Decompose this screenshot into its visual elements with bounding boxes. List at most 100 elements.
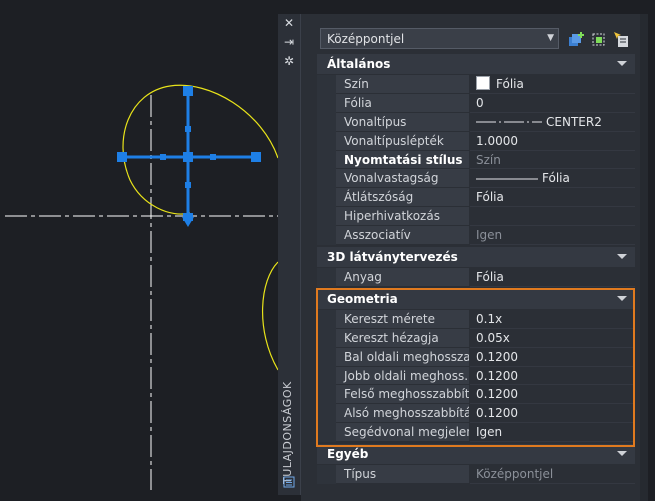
property-row[interactable]: Kereszt hézagja 0.05x [317,328,635,348]
palette-strip: ✕ ⇥ ✲ TULAJDONSÁGOK [278,14,301,495]
collapse-icon[interactable] [617,254,627,260]
select-objects-icon[interactable] [590,31,608,49]
color-swatch [476,76,490,90]
autohide-icon[interactable]: ⇥ [278,33,300,51]
row-margin [317,328,336,348]
property-value[interactable]: Szín [470,150,635,170]
grip-center [183,152,193,162]
property-row[interactable]: Vonalvastagság Fólia [317,169,635,189]
property-value-text: 0.1200 [476,387,518,402]
property-row[interactable]: Kereszt mérete 0.1x [317,309,635,329]
row-margin [317,404,336,424]
row-margin [317,75,336,94]
row-margin [317,226,336,246]
property-value-text: 0.1200 [476,368,518,383]
close-icon[interactable]: ✕ [278,14,300,32]
property-name: Szín [336,75,469,94]
property-value-text: 0 [476,95,484,110]
property-value[interactable]: 0.05x [470,328,635,348]
property-value[interactable]: CENTER2 [470,112,635,132]
property-value-text: Szín [476,152,501,167]
property-name: Vonaltípuslépték [336,131,469,151]
row-margin [317,112,336,132]
drawing-canvas[interactable] [0,0,278,501]
property-row[interactable]: Szín Fólia [317,75,635,94]
row-margin [317,465,336,485]
property-row[interactable]: Fólia 0 [317,93,635,113]
row-margin [317,207,336,227]
lineweight-preview [476,178,538,180]
property-value[interactable]: 0 [470,93,635,113]
property-row[interactable]: Asszociatív Igen [317,226,635,246]
property-row[interactable]: Nyomtatási stílus Szín [317,150,635,170]
property-row[interactable]: Vonaltípus CENTER2 [317,112,635,132]
property-value-text: 0.1x [476,311,503,326]
property-value[interactable] [470,207,635,227]
property-row[interactable]: Típus Középpontjel [317,465,635,485]
arc-lower [262,261,278,371]
property-row[interactable]: Átlátszóság Fólia [317,188,635,208]
object-type-value: Középpontjel [327,32,405,46]
property-value[interactable]: Igen [470,226,635,246]
category-label: Geometria [327,291,398,306]
quick-select-icon[interactable] [613,31,631,49]
category-header[interactable]: 3D látványtervezés [317,247,635,269]
property-value[interactable]: Igen [470,423,635,443]
arc-upper [122,84,278,215]
properties-icon[interactable] [283,476,295,488]
property-row[interactable]: Vonaltípuslépték 1.0000 [317,131,635,151]
collapse-icon[interactable] [617,61,627,66]
property-value[interactable]: Fólia [470,188,635,208]
object-type-dropdown[interactable]: Középpontjel ▼ [320,28,559,49]
row-margin [317,131,336,151]
property-value[interactable]: 0.1200 [470,347,635,367]
settings-icon[interactable]: ✲ [278,52,300,70]
property-value[interactable]: Fólia [470,268,635,287]
row-margin [317,385,336,405]
property-value-text: Fólia [476,190,504,205]
property-value[interactable]: Középpontjel [470,465,635,485]
property-name: Fólia [336,93,469,113]
property-name: Vonalvastagság [336,169,469,189]
property-name: Típus [336,465,469,485]
property-value[interactable]: Fólia [470,169,635,189]
property-name: Vonaltípus [336,112,469,132]
property-row[interactable]: Felső meghosszabbítás 0.1200 [317,385,635,405]
property-name: Átlátszóság [336,188,469,208]
category-label: 3D látványtervezés [327,250,458,265]
property-name: Alsó meghosszabbítás [336,404,469,424]
property-row[interactable]: Hiperhivatkozás [317,207,635,227]
grip-top [183,86,193,96]
property-row[interactable]: Jobb oldali meghoss... 0.1200 [317,366,635,386]
property-row[interactable]: Alsó meghosszabbítás 0.1200 [317,404,635,424]
property-name: Bal oldali meghossza... [336,347,469,367]
grip-right [251,152,261,162]
property-value[interactable]: 0.1200 [470,385,635,405]
property-value-text: Fólia [476,270,504,285]
property-value-text: Fólia [496,77,524,91]
property-row[interactable]: Anyag Fólia [317,268,635,287]
toggle-pickadd-icon[interactable] [567,31,585,49]
property-name: Asszociatív [336,226,469,246]
property-value-text: CENTER2 [546,114,602,129]
category-header[interactable]: Geometria [317,288,635,310]
property-value-text: 0.1200 [476,349,518,364]
property-row[interactable]: Bal oldali meghossza... 0.1200 [317,347,635,367]
property-name: Felső meghosszabbítás [336,385,469,405]
property-value[interactable]: 0.1200 [470,366,635,386]
palette-title: TULAJDONSÁGOK [281,381,294,484]
property-value[interactable]: 1.0000 [470,131,635,151]
row-margin [317,169,336,189]
property-value-text: 0.1200 [476,406,518,421]
category-header[interactable]: Általános [317,54,635,75]
property-row[interactable]: Segédvonal megjelen... Igen [317,423,635,443]
panel-scrollbar[interactable] [640,14,648,501]
collapse-icon[interactable] [617,295,627,301]
collapse-icon[interactable] [617,451,627,457]
property-value[interactable]: 0.1200 [470,404,635,424]
property-value-text: Igen [476,228,503,243]
property-value[interactable]: 0.1x [470,309,635,329]
property-value[interactable]: Fólia [470,75,635,94]
category-header[interactable]: Egyéb [317,444,635,466]
row-margin [317,93,336,113]
